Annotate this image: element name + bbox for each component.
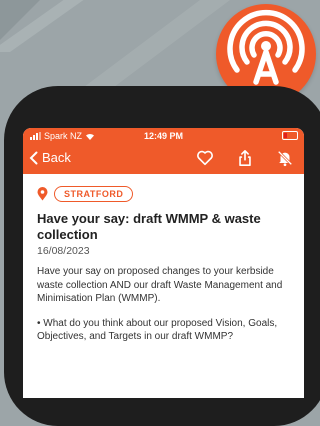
nav-bar: Back	[23, 144, 304, 174]
article-paragraph: • What do you think about our proposed V…	[37, 317, 278, 343]
share-icon[interactable]	[236, 149, 254, 167]
back-label: Back	[42, 150, 71, 165]
article-body: Have your say on proposed changes to you…	[37, 265, 290, 344]
article: STRATFORD Have your say: draft WMMP & wa…	[23, 174, 304, 344]
heart-icon[interactable]	[196, 149, 214, 167]
location-tag[interactable]: STRATFORD	[54, 186, 134, 202]
status-bar: Spark NZ 12:49 PM	[23, 128, 304, 144]
location-pin-icon	[37, 187, 48, 201]
app-screen: Spark NZ 12:49 PM Back STRATFORD Have yo…	[23, 128, 304, 398]
article-title: Have your say: draft WMMP & waste collec…	[37, 211, 261, 242]
bell-off-icon[interactable]	[276, 149, 294, 167]
chevron-left-icon	[29, 151, 38, 164]
status-time: 12:49 PM	[143, 131, 184, 141]
back-button[interactable]: Back	[29, 150, 71, 165]
article-date: 16/08/2023	[37, 245, 90, 257]
battery-icon	[282, 131, 298, 140]
article-paragraph: Have your say on proposed changes to you…	[37, 266, 283, 304]
